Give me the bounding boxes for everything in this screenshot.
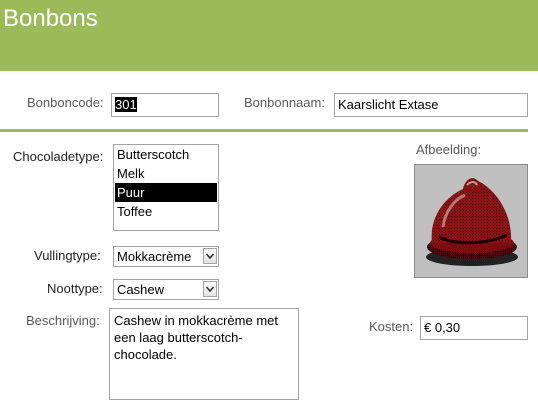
chocoladetype-listbox[interactable]: Butterscotch Melk Puur Toffee [113, 144, 219, 231]
afbeelding-label: Afbeelding: [416, 142, 482, 157]
chocoladetype-option[interactable]: Toffee [114, 202, 218, 221]
bonboncode-field[interactable]: 301 [111, 93, 219, 117]
bonbon-picture [426, 178, 518, 266]
noottype-dropdown-button[interactable] [203, 281, 217, 297]
chocoladetype-option-selected[interactable]: Puur [115, 183, 217, 202]
bonbon-image[interactable] [414, 164, 528, 278]
beschrijving-textarea[interactable]: Cashew in mokkacrème met een laag butter… [109, 308, 299, 400]
chevron-down-icon [206, 286, 214, 292]
chocoladetype-option[interactable]: Melk [114, 164, 218, 183]
bonbonnaam-label: Bonbonnaam: [244, 95, 325, 110]
bonboncode-label: Bonboncode: [27, 95, 104, 110]
vullingtype-dropdown-button[interactable] [203, 248, 217, 264]
kosten-field[interactable]: € 0,30 [420, 316, 528, 340]
vullingtype-label: Vullingtype: [34, 248, 101, 263]
chocoladetype-label: Chocoladetype: [13, 149, 104, 164]
vullingtype-value: Mokkacrème [117, 249, 192, 264]
kosten-label: Kosten: [369, 319, 414, 334]
bonboncode-value: 301 [115, 97, 137, 112]
beschrijving-value: Cashew in mokkacrème met een laag butter… [114, 313, 278, 362]
bonbonnaam-field[interactable]: Kaarslicht Extase [334, 93, 528, 117]
chevron-down-icon [206, 253, 214, 259]
form-header: Bonbons [0, 0, 538, 71]
form-title: Bonbons [3, 5, 98, 32]
noottype-value: Cashew [117, 282, 164, 297]
noottype-label: Noottype: [47, 281, 103, 296]
noottype-dropdown[interactable]: Cashew [113, 279, 219, 300]
chocoladetype-option[interactable]: Butterscotch [114, 145, 218, 164]
section-divider [0, 129, 528, 132]
vullingtype-dropdown[interactable]: Mokkacrème [113, 246, 219, 267]
kosten-value: € 0,30 [424, 320, 461, 335]
bonbonnaam-value: Kaarslicht Extase [338, 97, 439, 112]
beschrijving-label: Beschrijving: [26, 313, 100, 328]
